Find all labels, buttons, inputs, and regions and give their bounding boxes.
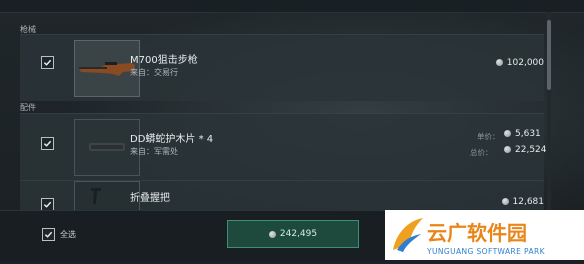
top-strip [0, 0, 584, 13]
svg-text:云广软件园: 云广软件园 [427, 221, 527, 245]
purchase-total-button[interactable]: 242,495 [227, 220, 359, 248]
item-name: DD蟒蛇护木片 * 4 [130, 134, 214, 145]
select-all-label: 全选 [60, 230, 76, 239]
check-icon [43, 201, 52, 208]
coin-icon [501, 198, 509, 205]
item-checkbox[interactable] [41, 56, 54, 69]
item-name: 折叠握把 [130, 193, 170, 204]
item-total-price: 12,681 [474, 197, 544, 207]
item-source: 来自：军需处 [130, 147, 178, 156]
item-total-price: 22,524 [504, 145, 547, 155]
watermark-graphic: 云广软件园 YUNGUANG SOFTWARE PARK [385, 210, 584, 260]
svg-text:YUNGUANG SOFTWARE PARK: YUNGUANG SOFTWARE PARK [426, 247, 546, 256]
check-icon [43, 140, 52, 147]
item-source: 来自：交易行 [130, 68, 178, 77]
item-checkbox[interactable] [41, 137, 54, 150]
watermark-logo: 云广软件园 YUNGUANG SOFTWARE PARK [385, 210, 584, 260]
coin-icon [504, 130, 511, 137]
check-icon [43, 59, 52, 66]
list-item[interactable]: M700狙击步枪 来自：交易行 102,000 [20, 34, 544, 101]
total-price-label: 总价： [470, 148, 493, 157]
grand-total: 242,495 [279, 229, 318, 239]
list-item[interactable]: 折叠握把 12,681 [20, 180, 544, 213]
unit-price: 5,631 [504, 129, 541, 139]
item-total-price: 102,000 [474, 58, 544, 68]
list-item[interactable]: DD蟒蛇护木片 * 4 来自：军需处 单价： 5,631 总价： 22,524 [20, 113, 547, 180]
select-all-checkbox[interactable] [42, 228, 55, 241]
check-icon [44, 231, 53, 238]
section-label-parts: 配件 [20, 103, 36, 112]
unit-price-label: 单价： [477, 132, 500, 141]
coin-icon [495, 59, 503, 66]
coin-icon [268, 230, 276, 238]
item-name: M700狙击步枪 [130, 55, 198, 66]
coin-icon [504, 146, 511, 153]
scrollbar-thumb[interactable] [547, 20, 551, 90]
